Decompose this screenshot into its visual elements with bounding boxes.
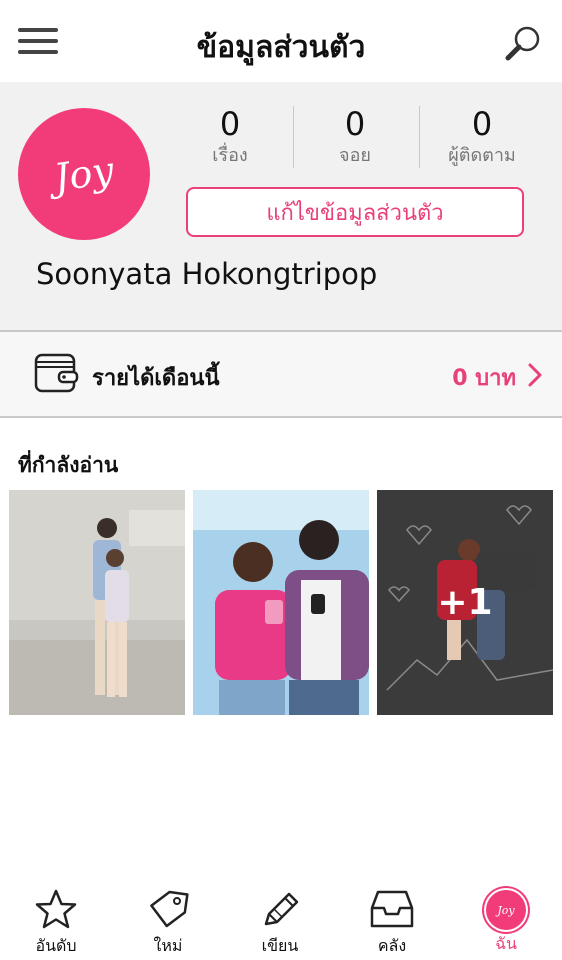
- tab-new-label: ใหม่: [153, 936, 183, 955]
- stat-stories-label: เรื่อง: [212, 145, 248, 166]
- edit-profile-button[interactable]: แก้ไขข้อมูลส่วนตัว: [186, 187, 524, 237]
- tab-me[interactable]: Joy ฉัน: [450, 888, 562, 960]
- tab-library-label: คลัง: [377, 936, 407, 955]
- avatar[interactable]: Joy: [18, 108, 150, 240]
- stat-joy-label: จอย: [339, 145, 371, 166]
- reading-cover-more[interactable]: +1: [377, 490, 553, 715]
- wallet-icon: [33, 350, 79, 396]
- reading-cover-1[interactable]: [9, 490, 185, 715]
- stat-followers[interactable]: 0 ผู้ติดตาม: [420, 104, 544, 169]
- chevron-right-icon: [526, 362, 544, 388]
- monthly-income-row[interactable]: รายได้เดือนนี้ 0 บาท: [0, 332, 562, 418]
- stat-joy[interactable]: 0 จอย: [293, 104, 417, 169]
- inbox-icon: [370, 890, 414, 928]
- income-value: 0 บาท: [452, 366, 516, 391]
- search-icon[interactable]: [502, 22, 546, 66]
- stat-stories-value: 0: [219, 105, 241, 143]
- bottom-tab-bar: อันดับ ใหม่ เขียน คลัง Joy ฉัน: [0, 880, 562, 960]
- tab-ranking-label: อันดับ: [35, 936, 77, 955]
- tab-library[interactable]: คลัง: [336, 888, 448, 960]
- income-label: รายได้เดือนนี้: [92, 366, 220, 391]
- star-icon: [35, 889, 77, 929]
- profile-section: Joy 0 เรื่อง 0 จอย 0 ผู้ติดตาม แก้ไขข้อม…: [0, 82, 562, 332]
- stat-stories[interactable]: 0 เรื่อง: [168, 104, 292, 169]
- pencil-icon: [264, 892, 299, 926]
- more-count-label: +1: [437, 582, 493, 623]
- stat-followers-label: ผู้ติดตาม: [448, 145, 516, 166]
- reading-section-title: ที่กำลังอ่าน: [18, 453, 119, 477]
- stat-joy-value: 0: [344, 105, 366, 143]
- reading-cover-2[interactable]: [193, 490, 369, 715]
- tab-avatar-logo-text: Joy: [497, 903, 515, 917]
- stat-followers-value: 0: [471, 105, 493, 143]
- tab-new[interactable]: ใหม่: [112, 888, 224, 960]
- tab-ranking[interactable]: อันดับ: [0, 888, 112, 960]
- tab-write[interactable]: เขียน: [224, 888, 336, 960]
- page-title: ข้อมูลส่วนตัว: [196, 30, 366, 65]
- tab-me-label: ฉัน: [495, 934, 517, 953]
- avatar-logo-text: Joy: [51, 148, 117, 200]
- profile-avatar-icon: Joy: [486, 890, 526, 930]
- tab-write-label: เขียน: [261, 936, 299, 955]
- top-bar: ข้อมูลส่วนตัว: [0, 0, 562, 83]
- tag-icon: [150, 890, 189, 928]
- username: Soonyata Hokongtripop: [36, 257, 378, 291]
